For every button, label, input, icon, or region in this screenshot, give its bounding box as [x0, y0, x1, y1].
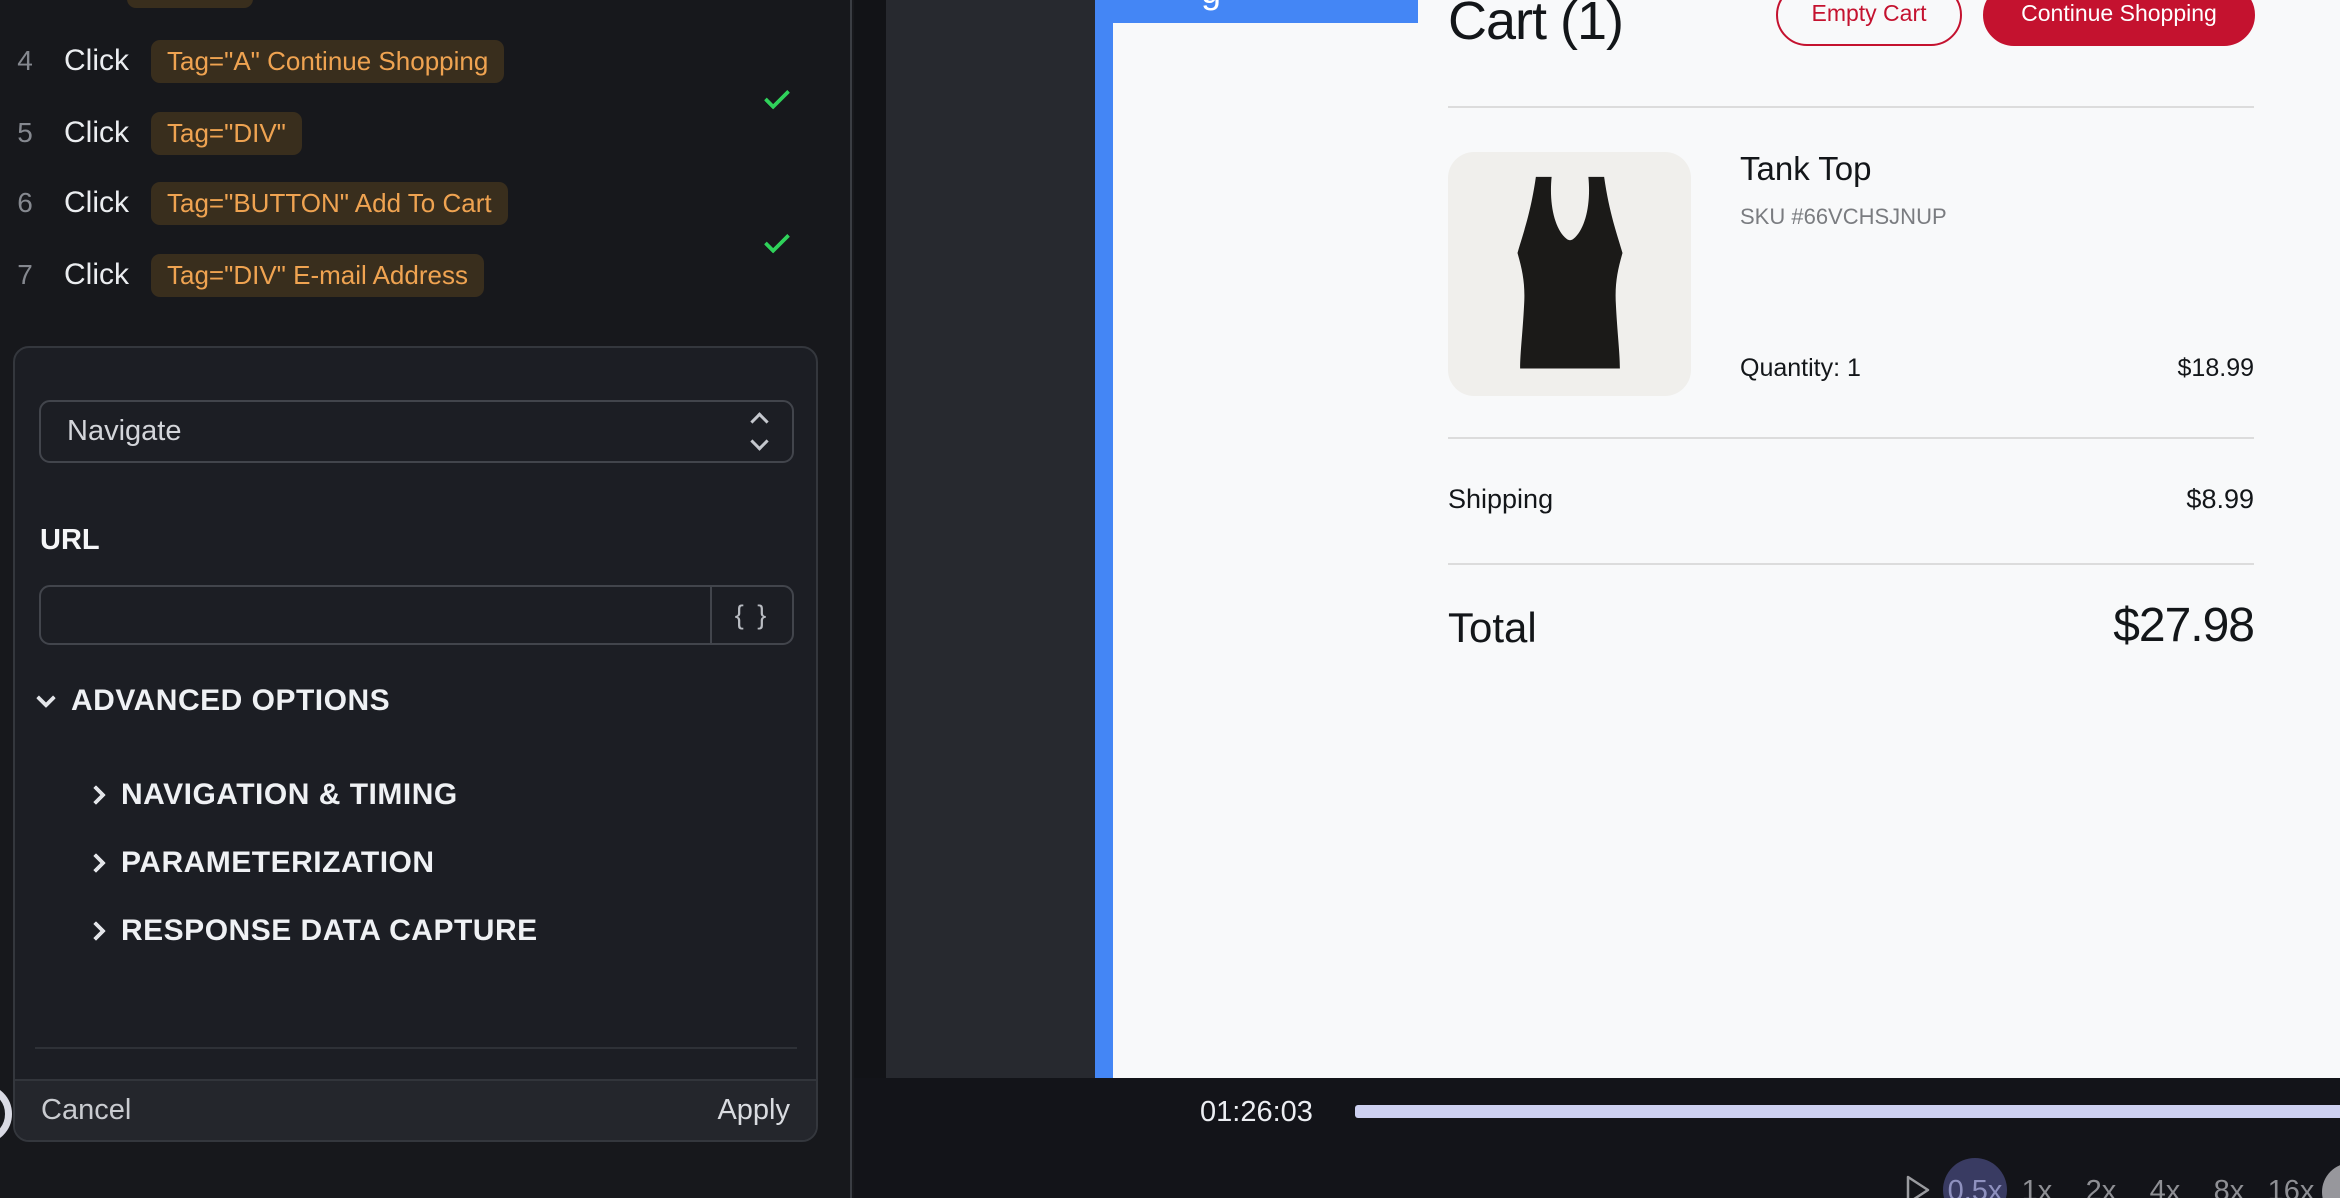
total-price: $27.98 [1448, 598, 2254, 653]
action-type-select[interactable]: Navigate [39, 400, 794, 463]
highlight-bar [1095, 0, 1113, 1078]
section-navigation-timing[interactable]: NAVIGATION & TIMING [89, 778, 458, 812]
step-number: 5 [0, 117, 50, 149]
step-number: 4 [0, 45, 50, 77]
cancel-button[interactable]: Cancel [41, 1094, 131, 1127]
step-target-badge-partial [127, 0, 253, 8]
section-response-data-capture[interactable]: RESPONSE DATA CAPTURE [89, 914, 538, 948]
step-passed-check-icon [764, 227, 790, 253]
step-action-label: Click [64, 186, 129, 220]
section-label: NAVIGATION & TIMING [121, 778, 458, 812]
insert-variable-button[interactable]: { } [710, 587, 792, 643]
product-sku: SKU #66VCHSJNUP [1740, 204, 1947, 230]
step-row-6[interactable]: 6 Click Tag="BUTTON" Add To Cart [0, 180, 850, 226]
step-passed-check-icon [764, 83, 790, 109]
play-icon [1904, 1174, 1932, 1198]
step-number: 6 [0, 187, 50, 219]
section-parameterization[interactable]: PARAMETERIZATION [89, 846, 435, 880]
playback-progress-bar[interactable] [1355, 1105, 2340, 1118]
blue-header-remnant: g [1113, 0, 1418, 23]
chevron-right-icon [86, 921, 106, 941]
continue-shopping-label: Continue Shopping [2021, 0, 2217, 27]
step-target-badge[interactable]: Tag="A" Continue Shopping [151, 40, 504, 83]
section-label: PARAMETERIZATION [121, 846, 435, 880]
app-root: 4 Click Tag="A" Continue Shopping 5 Clic… [0, 0, 2340, 1198]
speed-option-1x[interactable]: 1x [2022, 1175, 2053, 1198]
empty-cart-button[interactable]: Empty Cart [1776, 0, 1962, 46]
step-action-label: Click [64, 116, 129, 150]
playback-timestamp: 01:26:03 [1200, 1096, 1313, 1129]
select-updown-icon [753, 415, 766, 448]
panel-footer: Cancel Apply [15, 1079, 816, 1140]
collapse-handle[interactable] [0, 1084, 12, 1144]
apply-button[interactable]: Apply [717, 1094, 790, 1127]
step-row-7[interactable]: 7 Click Tag="DIV" E-mail Address [0, 252, 850, 298]
speed-option-8x[interactable]: 8x [2214, 1175, 2245, 1198]
cart-page-preview: g Cart (1) Empty Cart Continue Shopping … [1113, 0, 2340, 1078]
divider [1448, 563, 2254, 565]
chevron-down-icon [36, 688, 56, 708]
divider [1448, 437, 2254, 439]
player-settings-button[interactable] [2322, 1163, 2340, 1198]
step-row-4[interactable]: 4 Click Tag="A" Continue Shopping [0, 38, 850, 84]
url-input[interactable] [41, 587, 710, 643]
step-row-5[interactable]: 5 Click Tag="DIV" [0, 110, 850, 156]
divider [1448, 106, 2254, 108]
product-price: $18.99 [1448, 354, 2254, 383]
speed-option-05x[interactable]: 0.5x [1948, 1175, 2003, 1198]
step-action-label: Click [64, 258, 129, 292]
speed-option-2x[interactable]: 2x [2086, 1175, 2117, 1198]
partial-text: g [1201, 0, 1221, 12]
tank-top-image [1475, 169, 1665, 379]
playback-bar: 01:26:03 0.5x 1x 2x 4x 8x 16x [854, 1078, 2340, 1198]
speed-option-16x[interactable]: 16x [2268, 1175, 2315, 1198]
chevron-right-icon [86, 853, 106, 873]
cart-page-title: Cart (1) [1448, 0, 1623, 52]
speed-option-4x[interactable]: 4x [2150, 1175, 2181, 1198]
step-target-badge[interactable]: Tag="DIV" E-mail Address [151, 254, 484, 297]
step-number: 7 [0, 259, 50, 291]
panel-divider [35, 1047, 797, 1049]
step-action-label: Click [64, 44, 129, 78]
url-field-label: URL [40, 524, 100, 557]
advanced-options-toggle[interactable]: ADVANCED OPTIONS [39, 684, 390, 718]
empty-cart-label: Empty Cart [1811, 0, 1926, 27]
shipping-price: $8.99 [1448, 484, 2254, 515]
step-target-badge[interactable]: Tag="DIV" [151, 112, 302, 155]
video-letterbox [854, 0, 886, 1078]
action-type-value: Navigate [67, 415, 181, 448]
product-name: Tank Top [1740, 150, 1871, 188]
step-editor-panel: Navigate URL { } ADVANCED OPTIONS NAVIGA… [13, 346, 818, 1142]
test-steps-sidebar: 4 Click Tag="A" Continue Shopping 5 Clic… [0, 0, 852, 1198]
step-target-badge[interactable]: Tag="BUTTON" Add To Cart [151, 182, 508, 225]
continue-shopping-button[interactable]: Continue Shopping [1983, 0, 2255, 46]
braces-icon: { } [735, 600, 770, 631]
video-frame-background [886, 0, 1095, 1078]
advanced-options-label: ADVANCED OPTIONS [71, 684, 390, 718]
chevron-right-icon [86, 785, 106, 805]
url-input-group: { } [39, 585, 794, 645]
section-label: RESPONSE DATA CAPTURE [121, 914, 538, 948]
play-button[interactable] [1904, 1174, 1932, 1198]
